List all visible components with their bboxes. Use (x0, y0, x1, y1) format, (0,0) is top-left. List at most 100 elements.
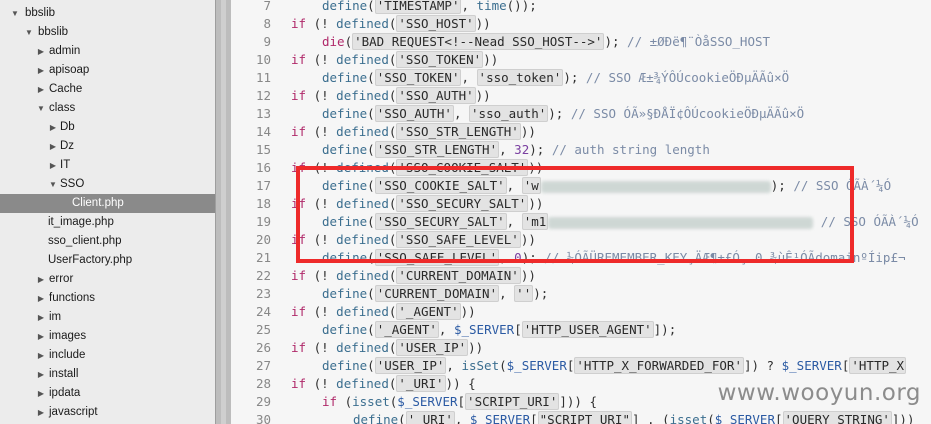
tree-file-item[interactable]: Client.php (0, 194, 215, 213)
triangle-down-icon[interactable]: ▼ (48, 175, 58, 194)
triangle-right-icon[interactable]: ▶ (36, 270, 46, 289)
tree-folder-item[interactable]: ▼ class (0, 99, 215, 118)
code-token: define (322, 178, 368, 193)
code-line[interactable]: define('USER_IP', isSet($_SERVER['HTTP_X… (322, 357, 907, 375)
line-number: 11 (255, 70, 271, 85)
tree-folder-item[interactable]: ▶ images (0, 327, 215, 346)
triangle-right-icon[interactable]: ▶ (48, 137, 58, 156)
code-line[interactable]: if (! defined('SSO_AUTH')) (291, 87, 491, 105)
code-line[interactable]: die('BAD REQUEST<!--Nead SSO_HOST-->'); … (322, 33, 770, 51)
code-area[interactable]: define('TIMESTAMP', time()); if (! define… (291, 0, 931, 424)
tree-folder-item[interactable]: ▶ install (0, 365, 215, 384)
triangle-down-icon[interactable]: ▼ (36, 99, 46, 118)
code-line[interactable]: define('SSO_SECURY_SALT', 'm1 // SSO ÓÃÀ… (322, 213, 919, 231)
code-token: // SSO ÓÃÀ´¼Ó (820, 214, 919, 229)
line-number: 7 (263, 0, 271, 13)
code-line[interactable]: define('SSO_SAFE_LEVEL', 0); // ¼ÓÃÜREME… (322, 249, 906, 267)
triangle-right-icon[interactable]: ▶ (36, 365, 46, 384)
code-line[interactable]: define('SSO_STR_LENGTH', 32); // auth st… (322, 141, 710, 159)
triangle-right-icon[interactable]: ▶ (36, 327, 46, 346)
triangle-right-icon[interactable]: ▶ (36, 346, 46, 365)
code-line[interactable]: if (! defined('SSO_SECURY_SALT')) (291, 195, 543, 213)
tree-folder-item[interactable]: ▼ bbslib (0, 4, 215, 23)
code-token: if (291, 376, 307, 391)
triangle-right-icon[interactable]: ▶ (36, 384, 46, 403)
code-line[interactable]: if (! defined('SSO_COOKIE_SALT')) (291, 159, 543, 177)
triangle-right-icon[interactable]: ▶ (36, 289, 46, 308)
tree-folder-item[interactable]: ▶ admin (0, 42, 215, 61)
code-token: , (454, 412, 470, 424)
code-line[interactable]: if (! defined('_URI')) { (291, 375, 476, 393)
tree-folder-item[interactable]: ▶ apisoap (0, 61, 215, 80)
code-line[interactable]: if (isset($_SERVER['SCRIPT_URI'])) { (322, 393, 597, 411)
code-line[interactable]: define('SSO_TOKEN', 'sso_token'); // SSO… (322, 69, 789, 87)
tree-folder-item[interactable]: ▶ Cache (0, 80, 215, 99)
code-token: , (499, 250, 515, 265)
code-token: ); (533, 286, 549, 301)
splitter-grip[interactable] (221, 0, 226, 424)
code-line[interactable]: define('SSO_COOKIE_SALT', 'w); // SSO ÓÃ… (322, 177, 891, 195)
code-line[interactable]: if (! defined('CURRENT_DOMAIN')) (291, 267, 536, 285)
pane-splitter[interactable] (215, 0, 231, 424)
code-token: [ (530, 412, 538, 424)
code-token: ( (367, 358, 375, 373)
line-number: 19 (255, 214, 271, 229)
triangle-down-icon[interactable]: ▼ (10, 4, 20, 23)
tree-folder-item[interactable]: ▶ IT (0, 156, 215, 175)
code-token: (! (306, 124, 337, 139)
triangle-right-icon[interactable]: ▶ (36, 308, 46, 327)
line-number: 23 (255, 286, 271, 301)
code-line[interactable]: if (! defined('SSO_SAFE_LEVEL')) (291, 231, 536, 249)
code-token: if (291, 88, 307, 103)
code-line[interactable]: define('_AGENT', $_SERVER['HTTP_USER_AGE… (322, 321, 676, 339)
code-line[interactable]: if (! defined('SSO_STR_LENGTH')) (291, 123, 536, 141)
code-token: , (499, 142, 515, 157)
code-line[interactable]: define('_URI', $_SERVER["SCRIPT_URI"] . … (353, 411, 914, 424)
triangle-right-icon[interactable]: ▶ (48, 156, 58, 175)
code-token: 'SSO_AUTH' (396, 87, 476, 104)
code-line[interactable]: if (! defined('USER_IP')) (291, 339, 483, 357)
code-token: ( (367, 70, 375, 85)
tree-file-item[interactable]: it_image.php (0, 213, 215, 232)
code-token: if (291, 52, 307, 67)
triangle-right-icon[interactable]: ▶ (36, 61, 46, 80)
tree-folder-item[interactable]: ▶ im (0, 308, 215, 327)
code-token: 'SSO_TOKEN' (374, 69, 462, 86)
triangle-right-icon[interactable]: ▶ (36, 42, 46, 61)
code-token: , (453, 106, 470, 121)
code-token: defined (336, 160, 389, 175)
code-token: defined (336, 88, 389, 103)
triangle-right-icon[interactable]: ▶ (36, 403, 46, 422)
triangle-right-icon[interactable]: ▶ (36, 80, 46, 99)
line-number: 24 (255, 304, 271, 319)
tree-folder-item[interactable]: ▶ javascript (0, 403, 215, 422)
tree-folder-item[interactable]: ▶ Dz (0, 137, 215, 156)
code-line[interactable]: if (! defined('SSO_TOKEN')) (291, 51, 498, 69)
code-token: , (506, 178, 522, 193)
code-token: if (291, 304, 307, 319)
tree-file-item[interactable]: sso_client.php (0, 232, 215, 251)
tree-folder-item[interactable]: ▶ ipdata (0, 384, 215, 403)
tree-folder-item[interactable]: ▶ Db (0, 118, 215, 137)
code-line[interactable]: define('SSO_AUTH', 'sso_auth'); // SSO Ó… (322, 105, 804, 123)
code-line[interactable]: if (! defined('SSO_HOST')) (291, 15, 491, 33)
tree-folder-item[interactable]: ▼ bbslib (0, 23, 215, 42)
code-editor[interactable]: 7 8 9 10 11 12 13 14 15 16 17 18 19 20 21 22 23 24 25 26 27 2… (231, 0, 931, 424)
code-token: 'USER_IP' (374, 357, 447, 374)
tree-item-label: sso_client.php (48, 235, 122, 247)
code-token: )) (520, 268, 536, 283)
code-token: $_SERVER (506, 358, 567, 373)
triangle-right-icon[interactable]: ▶ (48, 118, 58, 137)
tree-folder-item[interactable]: ▶ include (0, 346, 215, 365)
code-line[interactable]: if (! defined('_AGENT')) (291, 303, 476, 321)
tree-folder-item[interactable]: ▶ functions (0, 289, 215, 308)
code-line[interactable]: define('CURRENT_DOMAIN', ''); (322, 285, 548, 303)
triangle-down-icon[interactable]: ▼ (24, 23, 34, 42)
code-line[interactable]: define('TIMESTAMP', time()); (322, 0, 537, 15)
tree-file-item[interactable]: UserFactory.php (0, 251, 215, 270)
code-token: ( (707, 412, 715, 424)
code-token: 'SSO_COOKIE_SALT' (374, 177, 507, 194)
tree-folder-item[interactable]: ▼ SSO (0, 175, 215, 194)
tree-folder-item[interactable]: ▶ error (0, 270, 215, 289)
